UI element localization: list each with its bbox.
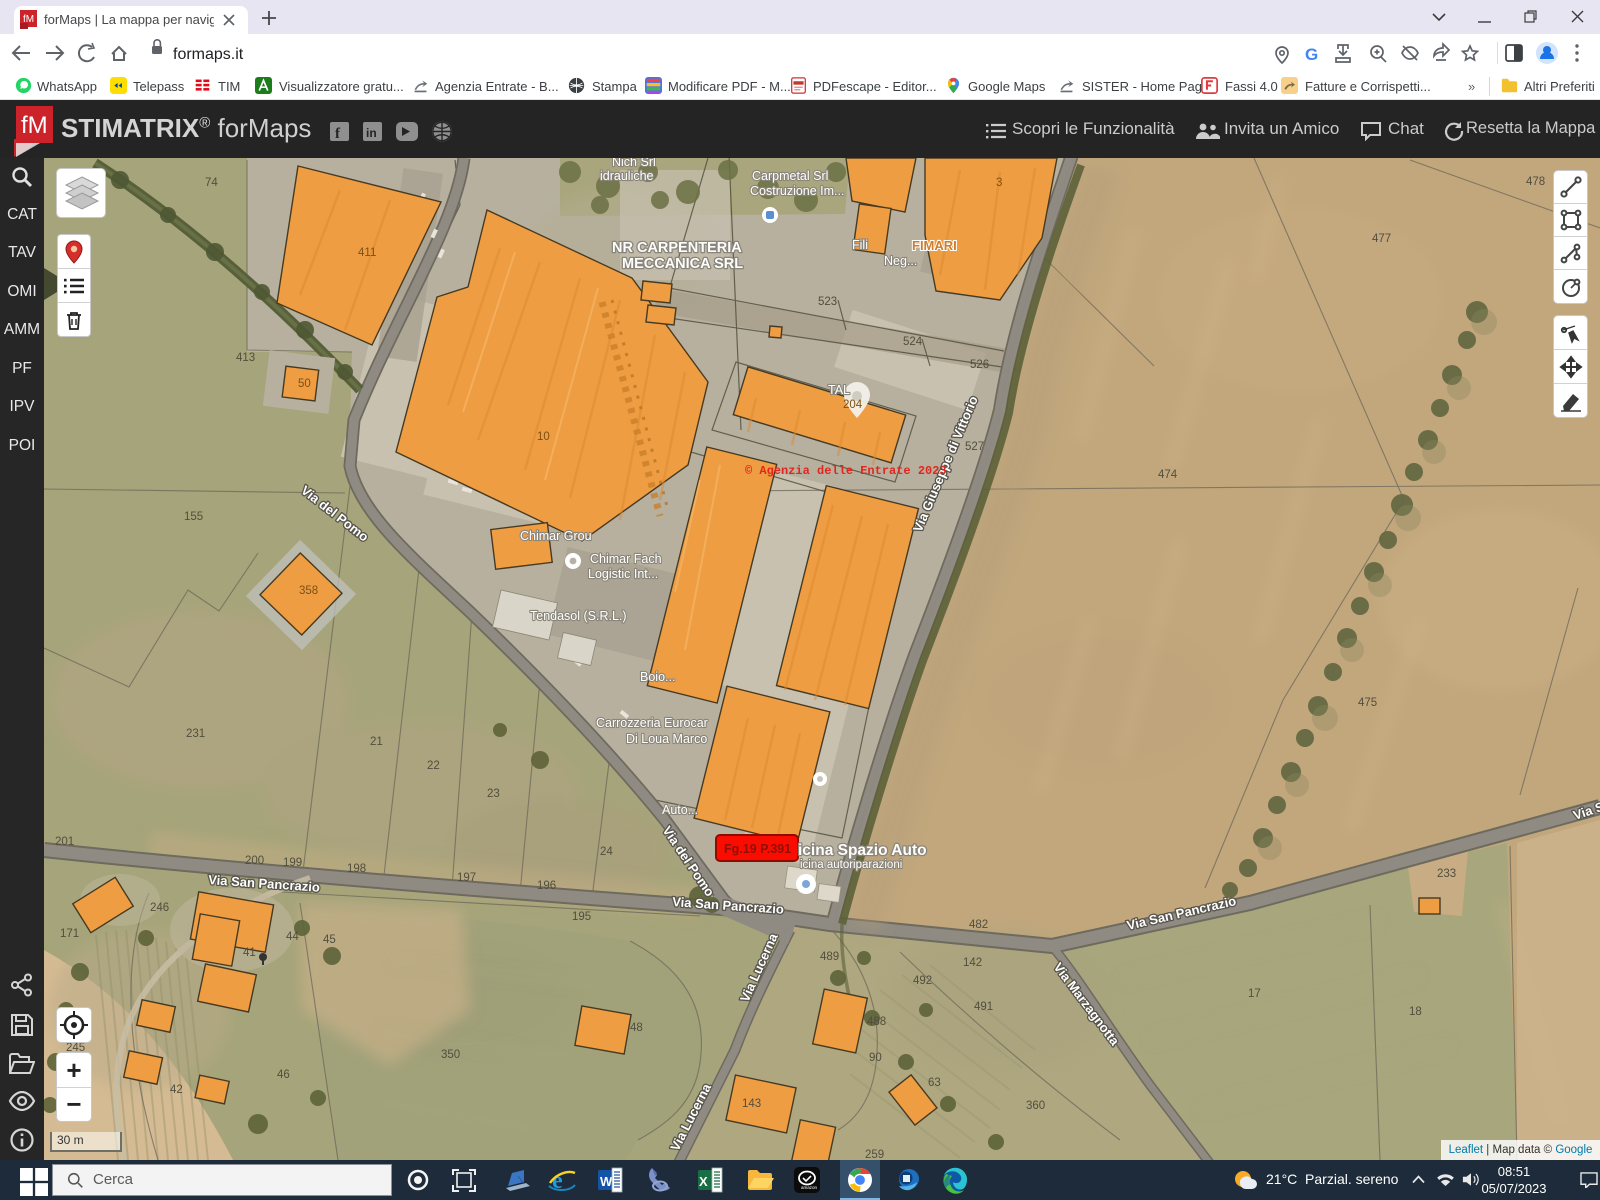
svg-text:197: 197: [457, 872, 476, 884]
svg-text:48: 48: [630, 1022, 643, 1034]
svg-text:Chimar Grou: Chimar Grou: [520, 529, 592, 543]
svg-text:204: 204: [843, 399, 863, 411]
svg-text:488: 488: [867, 1016, 886, 1028]
svg-text:21: 21: [370, 736, 383, 748]
svg-text:155: 155: [184, 511, 203, 523]
svg-text:Chimar Fach: Chimar Fach: [590, 552, 662, 566]
svg-text:22: 22: [427, 760, 440, 772]
svg-text:246: 246: [150, 902, 169, 914]
svg-text:360: 360: [1026, 1100, 1045, 1112]
svg-text:411: 411: [358, 247, 376, 259]
svg-text:TAL: TAL: [828, 383, 850, 397]
svg-text:fM: fM: [21, 112, 48, 139]
svg-text:24: 24: [600, 846, 613, 858]
svg-text:527: 527: [965, 441, 984, 453]
svg-text:526: 526: [970, 359, 989, 371]
svg-text:Auto...: Auto...: [662, 803, 698, 817]
svg-text:413: 413: [236, 352, 255, 364]
svg-text:icina Spazio Auto: icina Spazio Auto: [798, 842, 927, 859]
svg-text:478: 478: [1526, 176, 1545, 188]
svg-text:MECCANICA SRL: MECCANICA SRL: [622, 256, 743, 272]
svg-text:475: 475: [1358, 697, 1377, 709]
svg-text:formaps.it: formaps.it: [173, 46, 244, 63]
svg-text:358: 358: [299, 585, 318, 597]
svg-text:474: 474: [1158, 469, 1178, 481]
svg-text:50: 50: [298, 378, 311, 390]
svg-text:523: 523: [818, 296, 837, 308]
svg-text:524: 524: [903, 336, 923, 348]
svg-text:Fili: Fili: [852, 238, 868, 252]
svg-text:199: 199: [283, 857, 302, 869]
svg-text:41: 41: [243, 947, 256, 959]
svg-text:231: 231: [186, 728, 205, 740]
svg-text:195: 195: [572, 911, 591, 923]
svg-text:200: 200: [245, 855, 264, 867]
svg-text:142: 142: [963, 957, 982, 969]
svg-text:233: 233: [1437, 868, 1456, 880]
svg-text:477: 477: [1372, 233, 1391, 245]
svg-text:Carrozzeria Eurocar: Carrozzeria Eurocar: [596, 716, 708, 730]
svg-text:idrauliche: idrauliche: [600, 169, 654, 183]
svg-text:Logistic Int...: Logistic Int...: [588, 567, 658, 581]
svg-text:G: G: [1305, 45, 1318, 64]
svg-text:Costruzione Im...: Costruzione Im...: [750, 184, 844, 198]
svg-text:W: W: [600, 1174, 613, 1189]
svg-text:Tendasol (S.R.L.): Tendasol (S.R.L.): [530, 609, 627, 623]
svg-text:482: 482: [969, 919, 988, 931]
svg-text:fM: fM: [23, 14, 34, 25]
svg-text:492: 492: [913, 975, 932, 987]
svg-text:489: 489: [820, 951, 839, 963]
svg-text:FIMARI: FIMARI: [912, 238, 957, 253]
svg-text:201: 201: [55, 836, 74, 848]
svg-text:23: 23: [487, 788, 500, 800]
svg-text:Di Loua Marco: Di Loua Marco: [626, 732, 707, 746]
svg-text:45: 45: [323, 934, 336, 946]
svg-text:171: 171: [60, 928, 79, 940]
svg-text:18: 18: [1409, 1006, 1422, 1018]
svg-text:© Agenzia delle Entrate 2023: © Agenzia delle Entrate 2023: [745, 464, 947, 478]
svg-text:in: in: [366, 126, 377, 140]
svg-text:42: 42: [170, 1084, 183, 1096]
svg-text:143: 143: [742, 1098, 761, 1110]
svg-text:10: 10: [537, 431, 550, 443]
svg-text:NR CARPENTERIA: NR CARPENTERIA: [612, 240, 742, 256]
svg-text:196: 196: [537, 880, 556, 892]
svg-text:3: 3: [996, 177, 1002, 189]
svg-text:44: 44: [286, 931, 299, 943]
svg-text:63: 63: [928, 1077, 941, 1089]
svg-text:Carpmetal Srl: Carpmetal Srl: [752, 169, 828, 183]
svg-text:46: 46: [277, 1069, 290, 1081]
svg-text:198: 198: [347, 863, 366, 875]
svg-text:90: 90: [869, 1052, 882, 1064]
svg-text:259: 259: [865, 1149, 884, 1160]
svg-text:Boio...: Boio...: [640, 670, 675, 684]
svg-text:amazon: amazon: [801, 1185, 818, 1190]
svg-text:491: 491: [974, 1001, 993, 1013]
svg-text:Fg.19 P.391: Fg.19 P.391: [724, 842, 791, 856]
svg-text:17: 17: [1248, 988, 1261, 1000]
svg-text:74: 74: [205, 177, 218, 189]
svg-text:350: 350: [441, 1049, 460, 1061]
svg-text:Neg...: Neg...: [884, 254, 917, 268]
svg-text:X: X: [699, 1174, 708, 1189]
svg-text:icina autoriparazioni: icina autoriparazioni: [800, 859, 902, 871]
